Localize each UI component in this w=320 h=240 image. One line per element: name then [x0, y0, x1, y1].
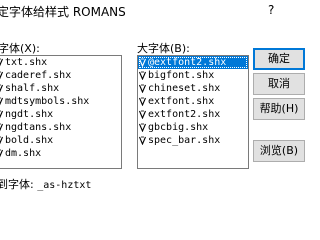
mapped-font-value: _as-hztxt	[37, 180, 92, 191]
small-font-item-label: ngdtans.shx	[5, 122, 72, 133]
font-file-icon	[138, 108, 147, 121]
big-font-item[interactable]: extfont2.shx	[138, 108, 248, 121]
small-font-item-label: shalf.shx	[5, 83, 60, 94]
font-file-icon	[0, 121, 4, 134]
ok-button[interactable]: 确定	[253, 48, 305, 70]
small-font-item[interactable]: bold.shx	[0, 134, 121, 147]
small-font-item[interactable]: txt.shx	[0, 56, 121, 69]
small-font-item[interactable]: ngdtans.shx	[0, 121, 121, 134]
small-font-item[interactable]: ngdt.shx	[0, 108, 121, 121]
big-font-item-label: gbcbig.shx	[148, 122, 209, 133]
font-file-icon	[0, 82, 4, 95]
small-font-item-label: txt.shx	[5, 57, 48, 68]
small-font-item[interactable]: caderef.shx	[0, 69, 121, 82]
title-bar: 定字体给样式 ROMANS ?	[0, 0, 300, 22]
small-font-item-label: mdtsymbols.shx	[5, 96, 90, 107]
big-font-listbox[interactable]: @extfont2.shx bigfont.shx chineset.shx extf…	[137, 55, 249, 169]
small-font-item[interactable]: dm.shx	[0, 147, 121, 160]
big-font-item[interactable]: bigfont.shx	[138, 69, 248, 82]
small-font-item-label: ngdt.shx	[5, 109, 54, 120]
mapped-font-label: 到字体:	[0, 178, 34, 191]
font-file-icon	[138, 134, 147, 147]
font-file-icon	[0, 69, 4, 82]
browse-button[interactable]: 浏览(B)	[253, 140, 305, 162]
font-file-icon	[0, 56, 4, 69]
font-file-icon	[0, 95, 4, 108]
help-button[interactable]: 帮助(H)	[253, 98, 305, 120]
small-font-item[interactable]: mdtsymbols.shx	[0, 95, 121, 108]
mapped-font-status: 到字体: _as-hztxt	[0, 176, 91, 192]
big-font-item-label: spec_bar.shx	[148, 135, 221, 146]
big-font-item-label: extfont2.shx	[148, 109, 221, 120]
big-font-item-label: bigfont.shx	[148, 70, 215, 81]
font-file-icon	[0, 108, 4, 121]
font-file-icon	[0, 134, 4, 147]
small-font-listbox[interactable]: txt.shx caderef.shx shalf.shx mdtsymbols.sh…	[0, 55, 122, 169]
big-font-item[interactable]: gbcbig.shx	[138, 121, 248, 134]
big-font-label: 大字体(B):	[137, 42, 190, 55]
big-font-item[interactable]: chineset.shx	[138, 82, 248, 95]
small-font-item-label: caderef.shx	[5, 70, 72, 81]
big-font-item-label: chineset.shx	[148, 83, 221, 94]
font-file-icon	[138, 56, 147, 69]
big-font-item-label: @extfont2.shx	[148, 57, 227, 68]
cancel-button[interactable]: 取消	[253, 73, 305, 95]
font-file-icon	[138, 95, 147, 108]
big-font-item[interactable]: @extfont2.shx	[138, 56, 248, 69]
big-font-item-label: extfont.shx	[148, 96, 215, 107]
big-font-item[interactable]: spec_bar.shx	[138, 134, 248, 147]
font-file-icon	[0, 147, 4, 160]
help-question-icon[interactable]: ?	[268, 3, 274, 17]
font-file-icon	[138, 69, 147, 82]
small-font-item-label: dm.shx	[5, 148, 42, 159]
font-file-icon	[138, 82, 147, 95]
dialog-title: 定字体给样式 ROMANS	[0, 5, 126, 19]
small-font-label: 字体(X):	[0, 42, 40, 55]
small-font-item[interactable]: shalf.shx	[0, 82, 121, 95]
big-font-item[interactable]: extfont.shx	[138, 95, 248, 108]
small-font-item-label: bold.shx	[5, 135, 54, 146]
font-file-icon	[138, 121, 147, 134]
